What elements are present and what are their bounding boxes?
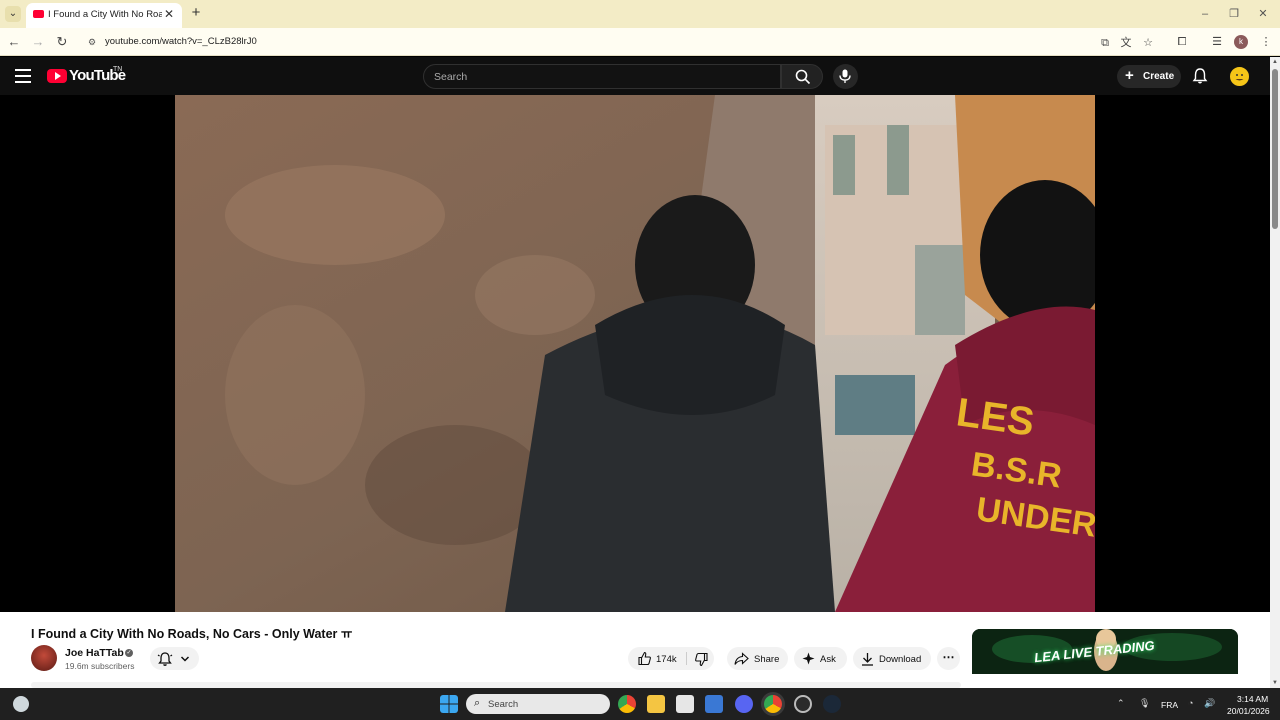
file-explorer-icon[interactable]	[647, 695, 665, 713]
tab-title: I Found a City With No Roads, No Cars - …	[48, 9, 162, 20]
youtube-masthead: YouTube TN Search + Create	[0, 57, 1270, 95]
ad-footer	[972, 674, 1238, 688]
mail-icon[interactable]	[705, 695, 723, 713]
extensions-icon[interactable]: ⧠	[1174, 34, 1190, 50]
window-close-icon[interactable]: ✕	[1256, 7, 1270, 21]
bookmark-star-icon[interactable]: ☆	[1141, 36, 1155, 50]
forward-icon[interactable]: →	[30, 34, 46, 50]
browser-tab-active[interactable]: I Found a City With No Roads, No Cars - …	[26, 3, 182, 28]
youtube-logo-country: TN	[113, 66, 123, 73]
like-dislike-group: 174k	[628, 647, 714, 670]
video-frame[interactable]: LES B.S.R UNDER	[175, 95, 1095, 612]
discord-icon[interactable]	[735, 695, 753, 713]
steam-icon[interactable]	[823, 695, 841, 713]
install-app-icon[interactable]: ⧉	[1098, 36, 1112, 50]
new-tab-button[interactable]: +	[188, 5, 204, 21]
store-icon[interactable]	[676, 695, 694, 713]
notification-bell-icon	[157, 652, 173, 666]
download-icon	[862, 653, 873, 666]
wifi-icon[interactable]: ◔	[1188, 698, 1193, 708]
search-button[interactable]	[781, 64, 823, 89]
taskbar-search[interactable]: ⌕ Search	[466, 694, 610, 714]
reload-icon[interactable]: ↻	[54, 34, 70, 50]
restore-icon[interactable]: ❐	[1227, 7, 1241, 21]
input-language[interactable]: FRA	[1161, 700, 1178, 710]
youtube-favicon-icon	[33, 10, 44, 18]
share-label: Share	[754, 654, 780, 665]
ask-button[interactable]: Ask	[794, 647, 847, 670]
ad-banner[interactable]: LEA LIVE TRADING	[972, 629, 1238, 688]
avatar-face-icon	[1231, 68, 1248, 85]
browser-toolbar: ← → ↻ ⚙ youtube.com/watch?v=_CLzB28lrJ0 …	[0, 28, 1280, 56]
download-button[interactable]: Download	[853, 647, 931, 670]
browser-tab-strip: ⌄ I Found a City With No Roads, No Cars …	[0, 0, 1280, 28]
scroll-up-icon[interactable]: ▲	[1272, 59, 1278, 65]
mic-icon	[839, 69, 851, 83]
browser-menu-icon[interactable]: ⋮	[1258, 34, 1274, 50]
address-bar[interactable]: ⚙ youtube.com/watch?v=_CLzB28lrJ0 ⧉ 文 ☆	[80, 31, 1164, 53]
share-button[interactable]: Share	[727, 647, 788, 670]
back-icon[interactable]: ←	[6, 34, 22, 50]
like-divider	[686, 652, 687, 665]
windows-taskbar: ⌕ Search ⌃ 🎙 FRA ◔ 🔊 3:14 AM 20/01/2026	[0, 688, 1280, 720]
dislike-icon[interactable]	[694, 652, 709, 667]
tab-close-icon[interactable]: ✕	[162, 7, 176, 21]
voice-search-button[interactable]	[833, 64, 858, 89]
more-actions-icon[interactable]: ⋯	[937, 647, 960, 670]
site-info-icon[interactable]: ⚙	[86, 36, 98, 48]
tab-search-button[interactable]: ⌄	[5, 6, 21, 22]
search-icon	[795, 69, 811, 85]
sparkle-icon	[802, 652, 815, 665]
hamburger-icon[interactable]	[15, 69, 31, 83]
bell-icon	[1192, 68, 1208, 84]
reading-list-icon[interactable]: ☰	[1209, 34, 1225, 50]
tray-overflow-icon[interactable]: ⌃	[1117, 698, 1125, 709]
tray-mic-icon[interactable]: 🎙	[1139, 698, 1150, 709]
volume-icon[interactable]: 🔊	[1204, 698, 1215, 709]
like-count[interactable]: 174k	[656, 654, 677, 665]
download-label: Download	[879, 654, 922, 665]
scroll-down-icon[interactable]: ▼	[1272, 680, 1278, 686]
minimize-icon[interactable]: –	[1198, 7, 1212, 21]
translate-icon[interactable]: 文	[1119, 36, 1133, 50]
search-placeholder: Search	[434, 71, 468, 83]
create-button[interactable]: + Create	[1117, 65, 1181, 88]
verified-badge-icon: ✓	[125, 649, 133, 657]
like-icon[interactable]	[637, 651, 652, 666]
app-icon[interactable]	[794, 695, 812, 713]
ask-label: Ask	[820, 654, 836, 665]
search-input[interactable]: Search	[423, 64, 781, 89]
channel-avatar[interactable]	[31, 645, 57, 671]
clock-date[interactable]: 20/01/2026	[1227, 706, 1270, 716]
scrollbar-thumb[interactable]	[1272, 69, 1278, 229]
notification-settings-button[interactable]	[150, 647, 199, 670]
clock-time[interactable]: 3:14 AM	[1237, 694, 1268, 704]
share-icon	[734, 652, 749, 665]
video-still: LES B.S.R UNDER	[175, 95, 1095, 612]
channel-name[interactable]: Joe HaTTab	[65, 647, 124, 659]
plus-icon: +	[1125, 67, 1134, 84]
windows-start-icon[interactable]	[440, 695, 458, 713]
taskbar-search-icon: ⌕	[474, 697, 481, 709]
page-scrollbar[interactable]: ▲ ▼	[1270, 57, 1280, 688]
chevron-down-icon	[180, 656, 190, 662]
profile-avatar[interactable]: k	[1234, 35, 1248, 49]
taskbar-search-text: Search	[488, 699, 519, 710]
watch-metadata: I Found a City With No Roads, No Cars - …	[0, 612, 1270, 688]
video-title: I Found a City With No Roads, No Cars - …	[31, 627, 353, 641]
subscriber-count: 19.6m subscribers	[65, 661, 135, 671]
widgets-icon[interactable]	[13, 696, 29, 712]
account-avatar[interactable]	[1229, 66, 1250, 87]
youtube-play-logo-icon	[47, 69, 67, 83]
chrome-active-icon[interactable]	[764, 695, 782, 713]
url-text[interactable]: youtube.com/watch?v=_CLzB28lrJ0	[105, 36, 257, 47]
create-label: Create	[1143, 71, 1175, 82]
chrome-icon[interactable]	[618, 695, 636, 713]
notifications-button[interactable]	[1191, 67, 1209, 85]
